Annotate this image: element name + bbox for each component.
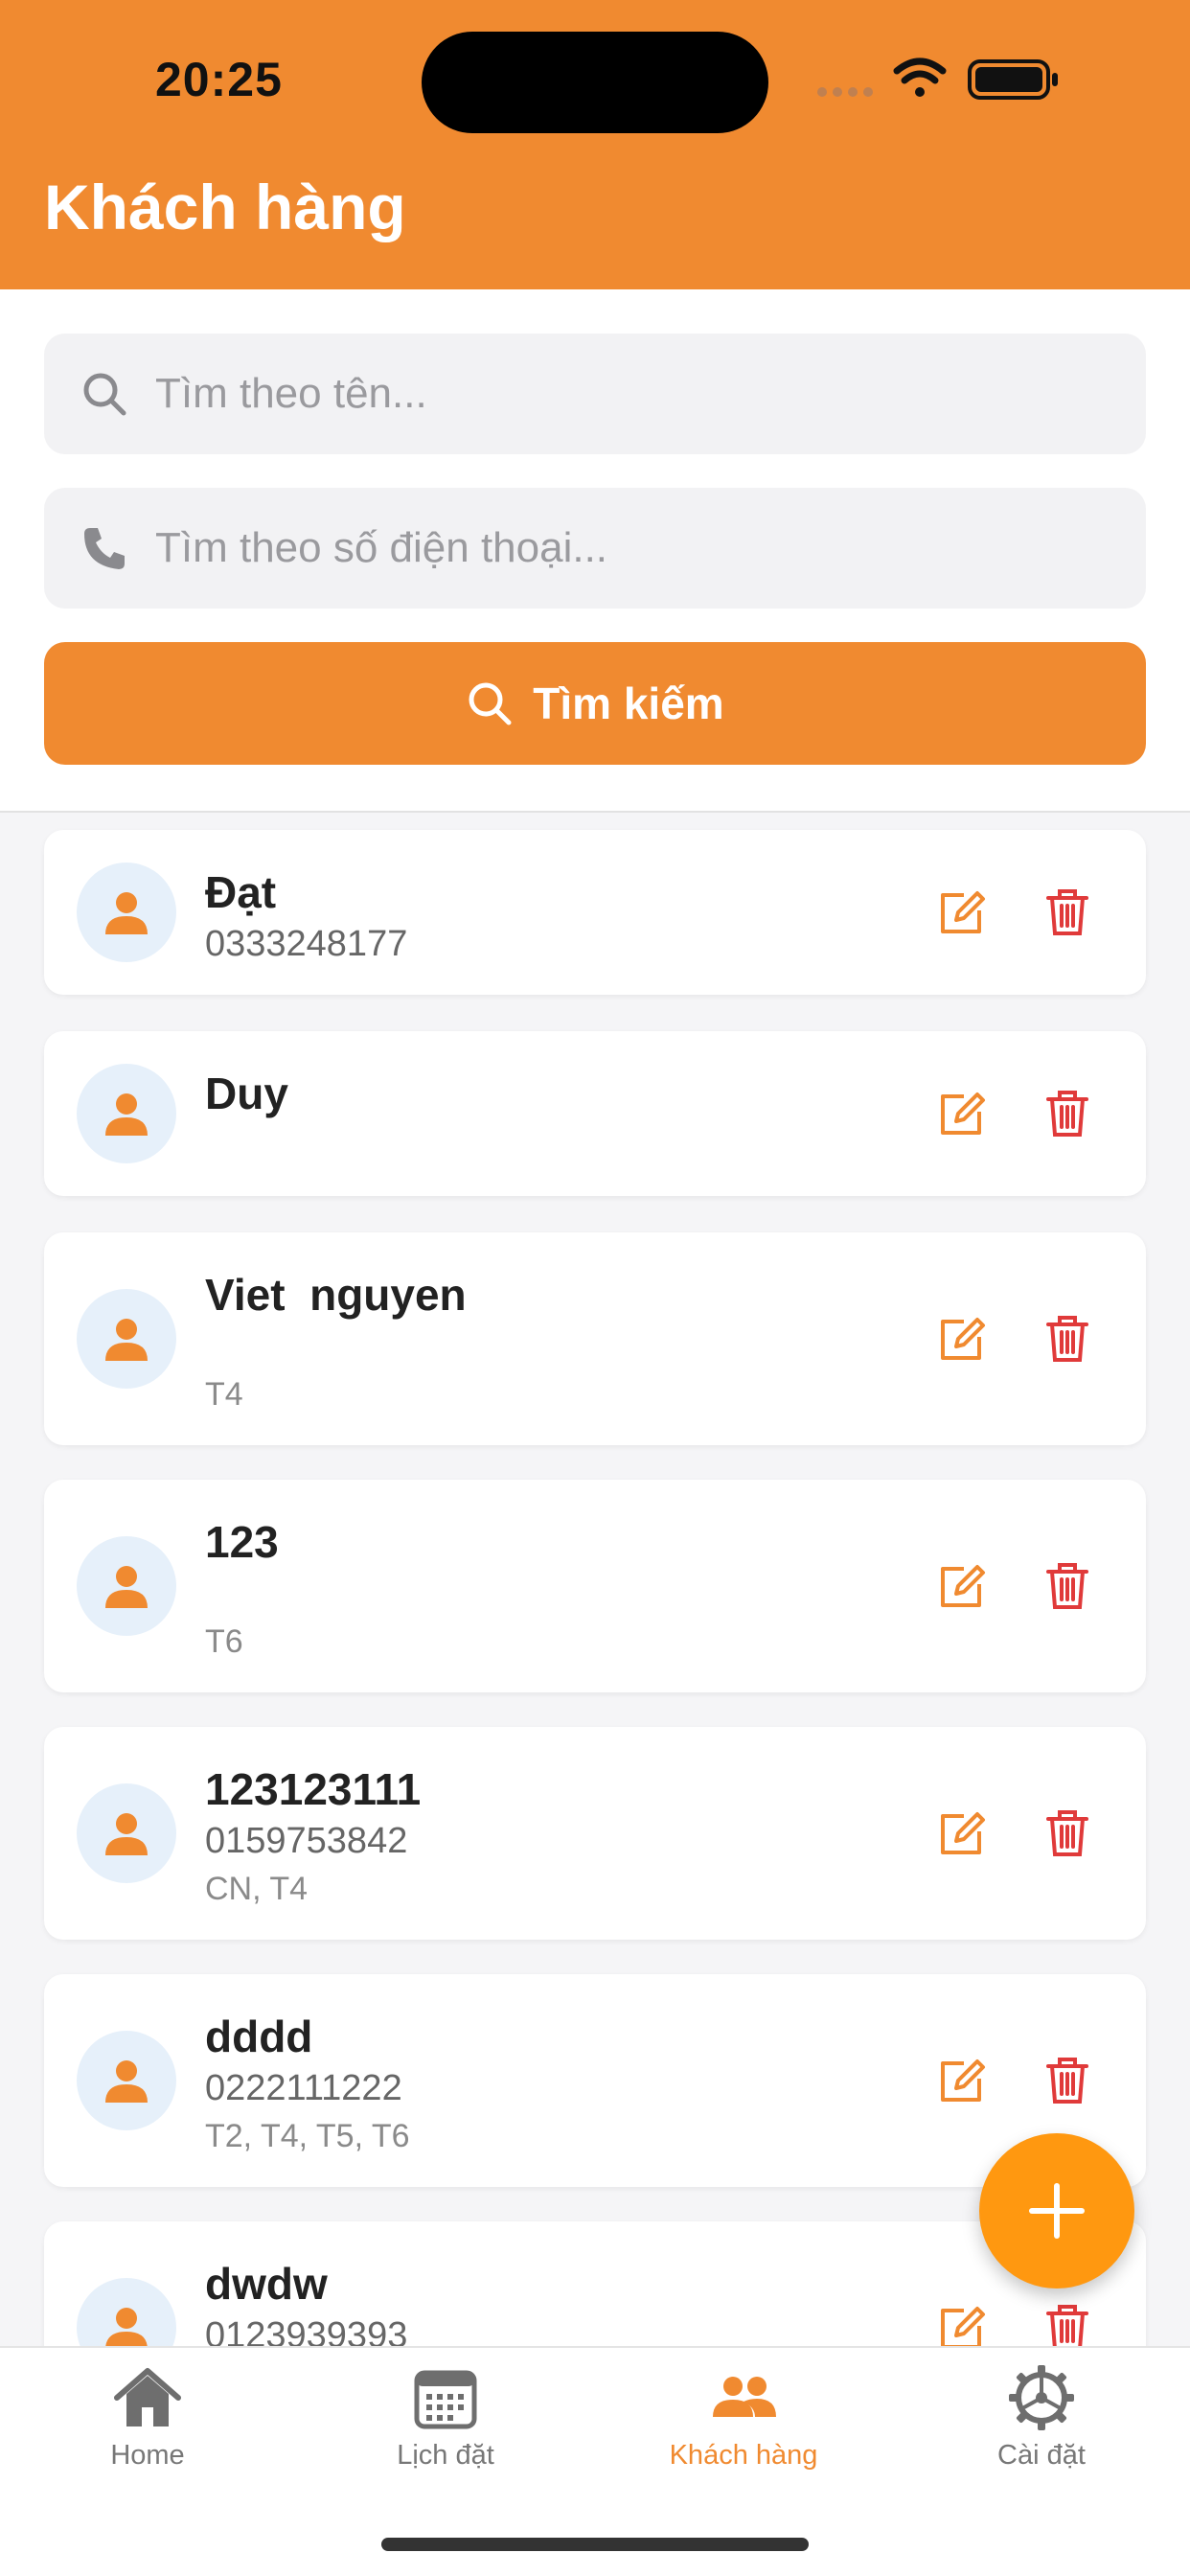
avatar <box>77 2031 176 2130</box>
avatar <box>77 1536 176 1636</box>
customer-days: CN, T4 <box>205 1871 309 1907</box>
battery-icon <box>968 59 1058 100</box>
customer-card[interactable]: dwdw 0123939393 <box>44 2221 1146 2346</box>
edit-button[interactable] <box>935 2301 989 2346</box>
name-search-field[interactable] <box>44 334 1146 454</box>
tab-home[interactable]: Home <box>28 2363 267 2497</box>
person-icon <box>105 1093 148 1136</box>
search-button-label: Tìm kiếm <box>533 678 724 728</box>
avatar <box>77 2278 176 2346</box>
edit-icon <box>941 1812 985 1854</box>
app-header: 20:25 Khách hàng <box>0 0 1190 289</box>
edit-icon <box>941 1092 985 1135</box>
add-customer-button[interactable] <box>979 2133 1134 2288</box>
avatar <box>77 1064 176 1163</box>
home-indicator[interactable] <box>381 2538 809 2551</box>
customer-phone: 0123939393 <box>205 2315 408 2346</box>
person-icon <box>105 1566 148 1608</box>
customer-name: 123 <box>205 1517 279 1567</box>
customer-name: dwdw <box>205 2259 328 2309</box>
delete-button[interactable] <box>1041 1806 1094 1860</box>
trash-icon <box>1046 889 1088 935</box>
edit-button[interactable] <box>935 1312 989 1366</box>
tab-label: Home <box>110 2440 185 2471</box>
person-icon <box>105 1813 148 1855</box>
search-icon <box>83 373 126 416</box>
edit-icon <box>941 891 985 933</box>
home-icon <box>114 2368 181 2426</box>
tab-label: Cài đặt <box>997 2440 1086 2471</box>
person-icon <box>105 2060 148 2103</box>
customer-card[interactable]: Duy <box>44 1031 1146 1196</box>
customer-name: dddd <box>205 2012 313 2061</box>
avatar <box>77 862 176 962</box>
phone-search-field[interactable] <box>44 488 1146 609</box>
customer-card[interactable]: 123 T6 <box>44 1480 1146 1692</box>
dynamic-island <box>422 32 768 133</box>
edit-button[interactable] <box>935 2054 989 2107</box>
delete-button[interactable] <box>1041 2054 1094 2107</box>
customer-days: T2, T4, T5, T6 <box>205 2118 410 2154</box>
edit-icon <box>941 1565 985 1607</box>
customer-name: Viet nguyen <box>205 1270 467 1320</box>
tab-customers[interactable]: Khách hàng <box>624 2363 863 2497</box>
avatar <box>77 1289 176 1389</box>
tab-schedule[interactable]: Lịch đặt <box>326 2363 565 2497</box>
delete-button[interactable] <box>1041 1312 1094 1366</box>
edit-icon <box>941 2059 985 2102</box>
customer-phone: 0222111222 <box>205 2068 402 2108</box>
plus-icon <box>1029 2183 1085 2239</box>
edit-button[interactable] <box>935 1806 989 1860</box>
people-icon <box>713 2377 776 2417</box>
trash-icon <box>1046 2305 1088 2346</box>
tab-label: Lịch đặt <box>397 2440 494 2471</box>
delete-button[interactable] <box>1041 1087 1094 1140</box>
edit-icon <box>941 2307 985 2346</box>
avatar <box>77 1783 176 1883</box>
customer-card[interactable]: 123123111 0159753842 CN, T4 <box>44 1727 1146 1940</box>
search-panel: Tìm kiếm <box>0 289 1190 813</box>
page-title: Khách hàng <box>44 172 406 242</box>
person-icon <box>105 892 148 934</box>
trash-icon <box>1046 1810 1088 1856</box>
trash-icon <box>1046 1563 1088 1609</box>
customer-days: T4 <box>205 1376 243 1413</box>
tab-settings[interactable]: Cài đặt <box>922 2363 1161 2497</box>
edit-button[interactable] <box>935 886 989 939</box>
edit-icon <box>941 1318 985 1360</box>
customer-phone: 0333248177 <box>205 924 408 964</box>
status-time: 20:25 <box>155 53 283 106</box>
status-icons <box>817 58 1058 100</box>
delete-button[interactable] <box>1041 1559 1094 1613</box>
customer-card[interactable]: dddd 0222111222 T2, T4, T5, T6 <box>44 1974 1146 2187</box>
phone-search-input[interactable] <box>155 488 1113 609</box>
tab-label: Khách hàng <box>669 2440 818 2471</box>
customer-name: 123123111 <box>205 1764 422 1814</box>
wifi-icon <box>893 58 947 97</box>
delete-button[interactable] <box>1041 886 1094 939</box>
edit-button[interactable] <box>935 1087 989 1140</box>
calendar-icon <box>414 2370 477 2429</box>
gear-icon <box>1009 2365 1074 2430</box>
edit-button[interactable] <box>935 1559 989 1613</box>
customer-card[interactable]: Đạt 0333248177 <box>44 830 1146 995</box>
search-icon <box>469 682 512 725</box>
customer-name: Đạt <box>205 867 277 917</box>
customer-name: Duy <box>205 1069 288 1118</box>
person-icon <box>105 2308 148 2346</box>
customer-days: T6 <box>205 1623 243 1660</box>
signal-icon <box>817 87 873 97</box>
customer-card[interactable]: Viet nguyen T4 <box>44 1232 1146 1445</box>
phone-icon <box>84 528 125 569</box>
delete-button[interactable] <box>1041 2301 1094 2346</box>
customer-phone: 0159753842 <box>205 1821 408 1861</box>
name-search-input[interactable] <box>155 334 1113 454</box>
trash-icon <box>1046 2058 1088 2104</box>
trash-icon <box>1046 1316 1088 1362</box>
person-icon <box>105 1319 148 1361</box>
search-button[interactable]: Tìm kiếm <box>44 642 1146 765</box>
customer-list[interactable]: Đạt 0333248177 Duy Viet nguyen T4 123 T6… <box>0 813 1190 2346</box>
trash-icon <box>1046 1091 1088 1137</box>
